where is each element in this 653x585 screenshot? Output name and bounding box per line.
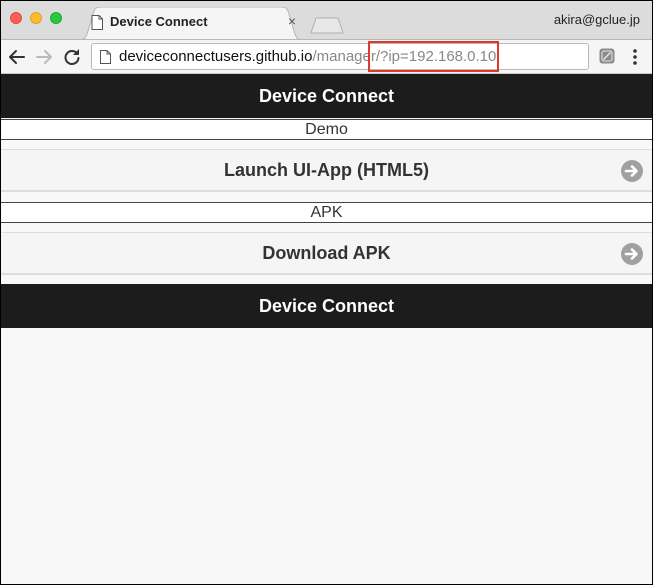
new-tab-button[interactable] <box>310 17 344 34</box>
arrow-right-circle-icon <box>621 160 643 182</box>
section-divider-apk: APK <box>1 202 652 223</box>
forward-arrow-icon[interactable] <box>35 48 53 66</box>
download-apk-label: Download APK <box>262 243 391 263</box>
arrow-right-circle-icon <box>621 243 643 265</box>
reload-icon[interactable] <box>63 48 81 66</box>
browser-window: Device Connect × akira@gclue.jp deviceco… <box>1 1 652 584</box>
tab-title: Device Connect <box>110 14 208 29</box>
close-window-button[interactable] <box>10 12 22 24</box>
tab-close-icon[interactable]: × <box>285 13 299 29</box>
launch-ui-app-label: Launch UI-App (HTML5) <box>224 160 429 180</box>
tab-bar: Device Connect × akira@gclue.jp <box>1 1 652 40</box>
page-footer: Device Connect <box>1 284 652 328</box>
page-info-icon[interactable] <box>100 50 111 64</box>
ip-parameter-highlight <box>368 41 499 72</box>
launch-ui-app-button[interactable]: Launch UI-App (HTML5) <box>1 149 652 192</box>
address-bar[interactable]: deviceconnectusers.github.io/manager/?ip… <box>91 43 589 70</box>
page-content: Device Connect Demo Launch UI-App (HTML5… <box>1 74 652 584</box>
minimize-window-button[interactable] <box>30 12 42 24</box>
download-apk-button[interactable]: Download APK <box>1 232 652 275</box>
page-header: Device Connect <box>1 74 652 118</box>
url-host: deviceconnectusers.github.io <box>119 48 313 65</box>
document-icon <box>91 15 103 30</box>
toolbar: deviceconnectusers.github.io/manager/?ip… <box>1 39 652 74</box>
profile-button[interactable]: akira@gclue.jp <box>554 12 640 27</box>
back-arrow-icon[interactable] <box>8 48 26 66</box>
maximize-window-button[interactable] <box>50 12 62 24</box>
extension-icon[interactable] <box>599 48 615 64</box>
menu-dots-icon[interactable] <box>630 48 640 66</box>
section-divider-demo: Demo <box>1 119 652 140</box>
